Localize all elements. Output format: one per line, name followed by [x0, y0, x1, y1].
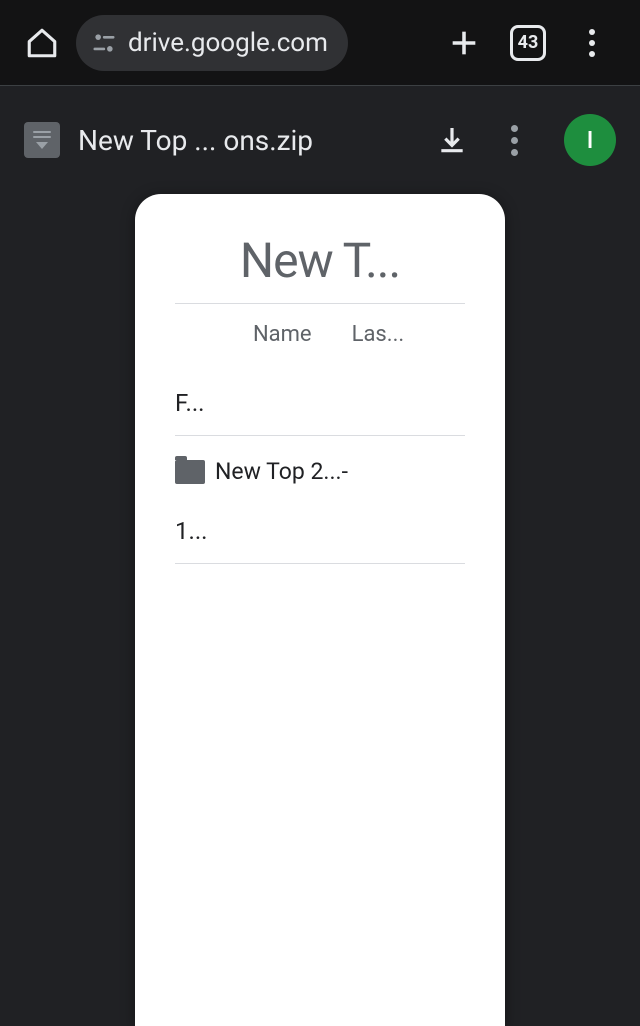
drive-header-bar: New Top ... ons.zip I: [0, 86, 640, 194]
file-title: New Top ... ons.zip: [78, 124, 412, 157]
archive-title: New T...: [135, 232, 505, 289]
tabs-button[interactable]: 43: [500, 15, 556, 71]
tab-count-badge: 43: [510, 25, 546, 61]
divider: [175, 563, 465, 564]
browser-top-bar: drive.google.com 43: [0, 0, 640, 85]
column-name-header[interactable]: Name: [175, 322, 332, 347]
section-label: F...: [175, 365, 465, 435]
home-button[interactable]: [20, 21, 64, 65]
site-settings-icon: [90, 29, 118, 57]
column-last-header[interactable]: Las...: [332, 322, 465, 347]
browser-menu-button[interactable]: [564, 15, 620, 71]
new-tab-button[interactable]: [436, 15, 492, 71]
kebab-icon: [589, 29, 595, 57]
archive-file-icon: [24, 122, 60, 158]
plus-icon: [447, 26, 481, 60]
more-actions-button[interactable]: [492, 118, 536, 162]
url-bar[interactable]: drive.google.com: [76, 15, 348, 71]
folder-icon: [175, 460, 205, 484]
download-button[interactable]: [430, 118, 474, 162]
file-row-name: New Top 2...-: [215, 458, 348, 485]
url-text: drive.google.com: [128, 28, 328, 58]
preview-area: New T... Name Las... F... New Top 2...- …: [0, 194, 640, 1026]
account-avatar[interactable]: I: [564, 114, 616, 166]
file-row[interactable]: New Top 2...-: [175, 436, 465, 487]
preview-card: New T... Name Las... F... New Top 2...- …: [135, 194, 505, 1026]
avatar-initial: I: [587, 126, 594, 154]
column-headers: Name Las...: [175, 304, 465, 365]
download-icon: [436, 124, 468, 156]
count-label: 1...: [175, 487, 465, 563]
kebab-icon: [511, 125, 518, 156]
home-icon: [25, 26, 59, 60]
